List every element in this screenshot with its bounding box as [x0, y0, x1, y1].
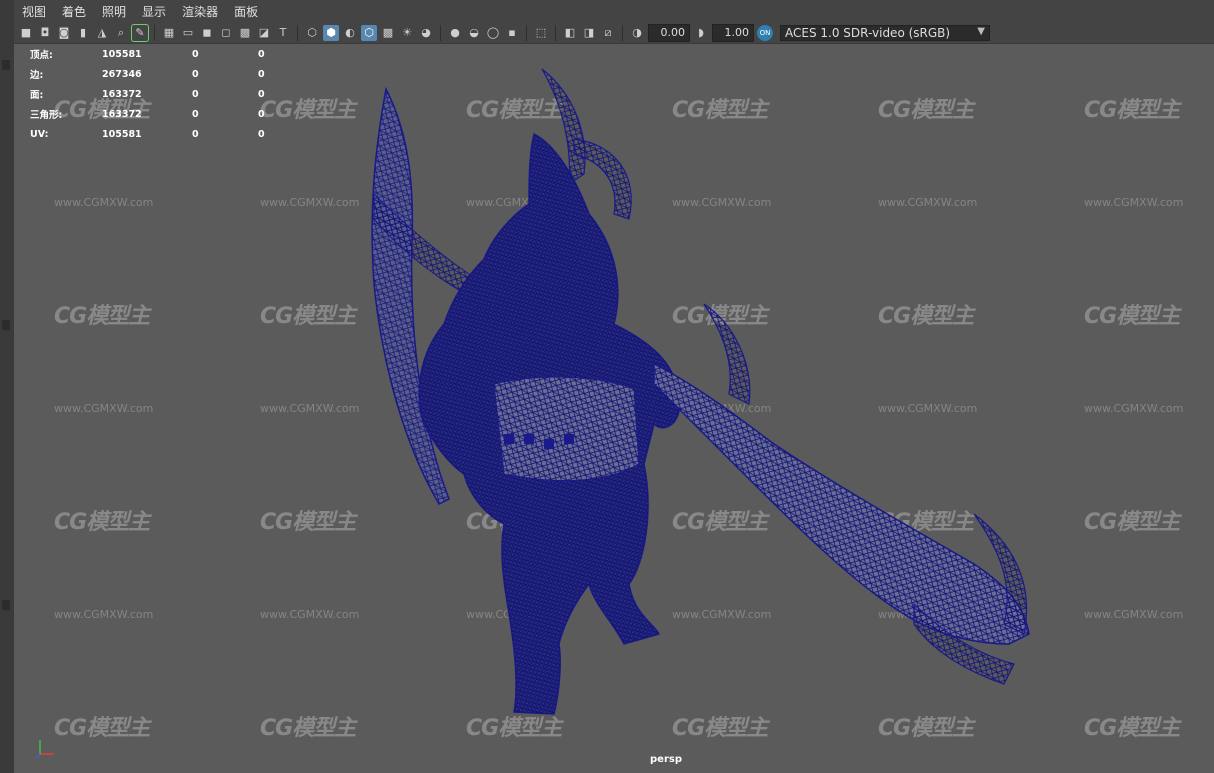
grease-pencil-icon[interactable]: ✎ — [131, 23, 149, 42]
hud-value: 105581 — [102, 48, 142, 60]
menu-shading[interactable]: 着色 — [54, 3, 94, 20]
shadow-icon[interactable]: ◕ — [418, 25, 434, 41]
hud-label: 三角形: — [30, 110, 63, 121]
depth-of-field-icon[interactable]: ▪ — [504, 25, 520, 41]
default-material-icon[interactable]: ◐ — [342, 25, 358, 41]
color-management-toggle[interactable]: ON — [757, 24, 773, 41]
toolbar-separator — [622, 24, 623, 41]
wireframe-icon[interactable]: ⬡ — [304, 25, 320, 41]
resolution-gate-icon[interactable]: ◼ — [199, 25, 215, 41]
gamma-icon[interactable]: ◗ — [693, 25, 709, 41]
hud-row-uvs: UV: 105581 0 0 — [30, 124, 288, 144]
toolbar-separator — [526, 24, 527, 41]
model-sword — [653, 303, 1030, 685]
hud-row-vertices: 顶点: 105581 0 0 — [30, 44, 288, 64]
viewport-3d[interactable]: CG模型主 www.CGMXW.com CG模型主 www.CGMXW.com CG模型… — [14, 44, 1214, 773]
screen-space-ao-icon[interactable]: ● — [447, 25, 463, 41]
menu-lighting[interactable]: 照明 — [94, 3, 134, 20]
xray-active-components-icon[interactable]: ◨ — [581, 25, 597, 41]
hud-value: 0 — [258, 48, 265, 60]
hud-value: 0 — [192, 108, 199, 120]
grid-icon[interactable]: ▦ — [161, 25, 177, 41]
hud-value: 163372 — [102, 108, 142, 120]
hud-value: 0 — [258, 88, 265, 100]
left-toolbox — [0, 0, 15, 773]
toolbar-separator — [440, 24, 441, 41]
wireframe-model — [371, 68, 1030, 715]
select-camera-icon[interactable]: ■ — [18, 25, 34, 41]
hud-row-faces: 面: 163372 0 0 — [30, 84, 288, 104]
wireframe-on-shaded-icon[interactable]: ⬡ — [361, 24, 377, 41]
view-transform-value: ACES 1.0 SDR-video (sRGB) — [785, 25, 951, 40]
menu-show[interactable]: 显示 — [134, 3, 174, 20]
camera-attributes-icon[interactable]: ◙ — [56, 25, 72, 41]
safe-action-icon[interactable]: ◪ — [256, 25, 272, 41]
safe-title-icon[interactable]: T — [275, 25, 291, 41]
film-gate-icon[interactable]: ▭ — [180, 25, 196, 41]
hud-row-triangles: 三角形: 163372 0 0 — [30, 104, 288, 124]
textured-icon[interactable]: ▩ — [380, 25, 396, 41]
smooth-shade-icon[interactable]: ⬢ — [323, 24, 339, 41]
hud-value: 0 — [258, 108, 265, 120]
use-lights-icon[interactable]: ☀ — [399, 25, 415, 41]
gate-mask-icon[interactable]: ◻ — [218, 25, 234, 41]
xray-joints-icon[interactable]: ⧄ — [600, 25, 616, 41]
hud-value: 0 — [258, 128, 265, 140]
hud-label: 边: — [30, 70, 44, 81]
lock-camera-icon[interactable]: ◘ — [37, 25, 53, 41]
anti-aliasing-icon[interactable]: ◯ — [485, 25, 501, 41]
toolbar-separator — [297, 24, 298, 41]
image-plane-icon[interactable]: ◮ — [94, 25, 110, 41]
hud-row-edges: 边: 267346 0 0 — [30, 64, 288, 84]
hud-value: 0 — [258, 68, 265, 80]
menu-renderer[interactable]: 渲染器 — [174, 3, 226, 20]
menu-panels[interactable]: 面板 — [226, 3, 266, 20]
hud-value: 105581 — [102, 128, 142, 140]
field-chart-icon[interactable]: ▩ — [237, 25, 253, 41]
hud-label: UV: — [30, 128, 49, 140]
hud-value: 0 — [192, 88, 199, 100]
toolbar-separator — [555, 24, 556, 41]
isolate-select-icon[interactable]: ⬚ — [533, 25, 549, 41]
hud-value: 0 — [192, 48, 199, 60]
toolbar-separator — [154, 24, 155, 41]
bookmark-icon[interactable]: ▮ — [75, 25, 91, 41]
model-body — [418, 132, 681, 715]
axis-gizmo — [35, 740, 54, 759]
toolbox-notch — [2, 600, 10, 610]
camera-name-label: persp — [650, 754, 682, 765]
exposure-field[interactable]: 0.00 — [648, 23, 690, 42]
hud-value: 0 — [192, 68, 199, 80]
toolbox-notch — [2, 60, 10, 70]
panel-menubar: 视图 着色 照明 显示 渲染器 面板 — [14, 0, 1214, 22]
hud-value: 267346 — [102, 68, 142, 80]
panel-toolbar: ■ ◘ ◙ ▮ ◮ ⌕ ✎ ▦ ▭ ◼ ◻ ▩ ◪ T ⬡ ⬢ ◐ ⬡ ▩ ☀ … — [14, 22, 1214, 44]
xray-icon[interactable]: ◧ — [562, 25, 578, 41]
hud-label: 面: — [30, 90, 44, 101]
hud-value: 0 — [192, 128, 199, 140]
hud-value: 163372 — [102, 88, 142, 100]
hud-label: 顶点: — [30, 50, 53, 61]
exposure-icon[interactable]: ◑ — [629, 25, 645, 41]
motion-blur-icon[interactable]: ◒ — [466, 25, 482, 41]
poly-count-hud: 顶点: 105581 0 0 边: 267346 0 0 面: 163372 0… — [30, 44, 288, 144]
view-transform-dropdown[interactable]: ACES 1.0 SDR-video (sRGB) ▼ — [780, 24, 990, 41]
chevron-down-icon: ▼ — [977, 25, 985, 37]
gamma-field[interactable]: 1.00 — [712, 23, 754, 42]
zoom-icon[interactable]: ⌕ — [113, 25, 129, 41]
menu-view[interactable]: 视图 — [14, 3, 54, 20]
toolbox-notch — [2, 320, 10, 330]
